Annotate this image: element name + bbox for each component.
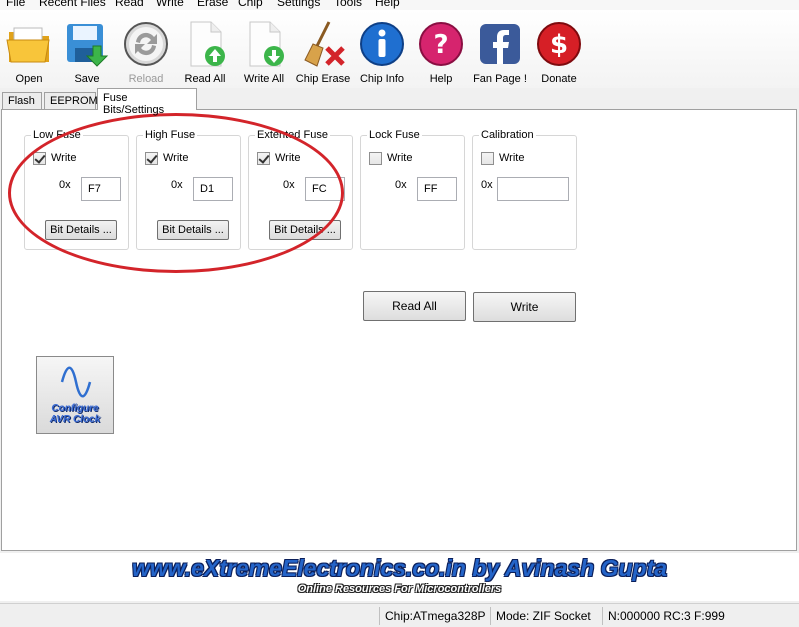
- hex-prefix: 0x: [59, 179, 71, 191]
- tab-fuse-bits-settings[interactable]: Fuse Bits/Settings: [97, 88, 197, 116]
- menu-help[interactable]: Help: [375, 0, 400, 9]
- menu-chip[interactable]: Chip: [238, 0, 263, 9]
- write-checkbox[interactable]: [145, 152, 158, 165]
- svg-text:$: $: [550, 30, 568, 60]
- save-button[interactable]: Save: [57, 16, 117, 86]
- group-title: Extented Fuse: [255, 129, 330, 141]
- read-all-fuses-button[interactable]: Read All: [363, 291, 466, 321]
- configure-avr-clock-button[interactable]: Configure AVR Clock: [36, 356, 114, 434]
- hex-prefix: 0x: [395, 179, 407, 191]
- group-title: Lock Fuse: [367, 129, 422, 141]
- menu-erase[interactable]: Erase: [197, 0, 228, 9]
- lock-fuse-group: Lock Fuse Write 0x FF: [360, 129, 465, 250]
- write-label: Write: [499, 152, 525, 164]
- clock-label-line1: Configure: [51, 403, 99, 414]
- write-label: Write: [387, 152, 413, 164]
- donate-button[interactable]: $ Donate: [529, 16, 589, 86]
- calibration-value-input[interactable]: [497, 177, 569, 201]
- menu-file[interactable]: File: [6, 0, 25, 9]
- tab-strip: Flash EEPROM Fuse Bits/Settings: [0, 88, 799, 116]
- dollar-donate-icon: $: [537, 22, 581, 66]
- document-down-icon: [249, 21, 284, 67]
- write-all-button[interactable]: Write All: [234, 16, 294, 86]
- read-all-button[interactable]: Read All: [175, 16, 235, 86]
- menu-write[interactable]: Write: [156, 0, 184, 9]
- group-title: Calibration: [479, 129, 536, 141]
- clock-label-line2: AVR Clock: [49, 414, 101, 425]
- write-checkbox[interactable]: [257, 152, 270, 165]
- menu-bar: File Recent Files Read Write Erase Chip …: [0, 0, 799, 10]
- chip-erase-button[interactable]: Chip Erase: [293, 16, 353, 86]
- tab-eeprom[interactable]: EEPROM: [44, 92, 98, 110]
- fuse-value-input[interactable]: F7: [81, 177, 121, 201]
- extended-fuse-group: Extented Fuse Write 0x FC Bit Details ..…: [248, 129, 353, 250]
- reload-button[interactable]: Reload: [116, 16, 176, 86]
- bit-details-button[interactable]: Bit Details ...: [45, 220, 117, 240]
- floppy-save-icon: [67, 24, 109, 67]
- tab-flash[interactable]: Flash: [2, 92, 42, 110]
- bit-details-button[interactable]: Bit Details ...: [269, 220, 341, 240]
- hex-prefix: 0x: [283, 179, 295, 191]
- help-button[interactable]: ? Help: [411, 16, 471, 86]
- website-banner: www.eXtremeElectronics.co.in by Avinash …: [0, 553, 799, 601]
- fuse-value-input[interactable]: FC: [305, 177, 345, 201]
- write-checkbox[interactable]: [33, 152, 46, 165]
- write-checkbox[interactable]: [481, 152, 494, 165]
- write-label: Write: [163, 152, 189, 164]
- sine-wave-icon: [60, 366, 92, 398]
- low-fuse-group: Low Fuse Write 0x F7 Bit Details ...: [24, 129, 129, 250]
- fan-page-button[interactable]: Fan Page !: [470, 16, 530, 86]
- bit-details-button[interactable]: Bit Details ...: [157, 220, 229, 240]
- write-label: Write: [51, 152, 77, 164]
- document-up-icon: [190, 21, 225, 67]
- hex-prefix: 0x: [171, 179, 183, 191]
- menu-tools[interactable]: Tools: [334, 0, 362, 9]
- fuse-value-input[interactable]: FF: [417, 177, 457, 201]
- banner-title: www.eXtremeElectronics.co.in by Avinash …: [131, 555, 668, 581]
- broom-erase-icon: [304, 21, 345, 67]
- fuse-value-input[interactable]: D1: [193, 177, 233, 201]
- hex-prefix: 0x: [481, 179, 493, 191]
- group-title: Low Fuse: [31, 129, 83, 141]
- folder-icon: [6, 27, 50, 63]
- chip-info-button[interactable]: Chip Info: [352, 16, 412, 86]
- write-fuses-button[interactable]: Write: [473, 292, 576, 322]
- donate-label: Donate: [541, 73, 577, 85]
- status-counters: N:000000 RC:3 F:999: [602, 607, 725, 625]
- help-question-icon: ?: [419, 22, 463, 66]
- status-bar: Chip:ATmega328P Mode: ZIF Socket N:00000…: [0, 603, 799, 627]
- write-checkbox[interactable]: [369, 152, 382, 165]
- toolbar: Open Save Reload Read All Write All Chip…: [0, 10, 799, 88]
- group-title: High Fuse: [143, 129, 198, 141]
- menu-recent-files[interactable]: Recent Files: [39, 0, 106, 9]
- banner-subtitle: Online Resources For Microcontrollers: [297, 583, 502, 595]
- menu-read[interactable]: Read: [115, 0, 144, 9]
- info-icon: [360, 22, 404, 66]
- reload-icon: [124, 22, 168, 66]
- status-mode: Mode: ZIF Socket: [490, 607, 591, 625]
- svg-text:?: ?: [433, 30, 448, 60]
- calibration-group: Calibration Write 0x: [472, 129, 577, 250]
- facebook-icon: [480, 24, 520, 64]
- status-chip: Chip:ATmega328P: [379, 607, 486, 625]
- high-fuse-group: High Fuse Write 0x D1 Bit Details ...: [136, 129, 241, 250]
- write-label: Write: [275, 152, 301, 164]
- menu-settings[interactable]: Settings: [277, 0, 320, 9]
